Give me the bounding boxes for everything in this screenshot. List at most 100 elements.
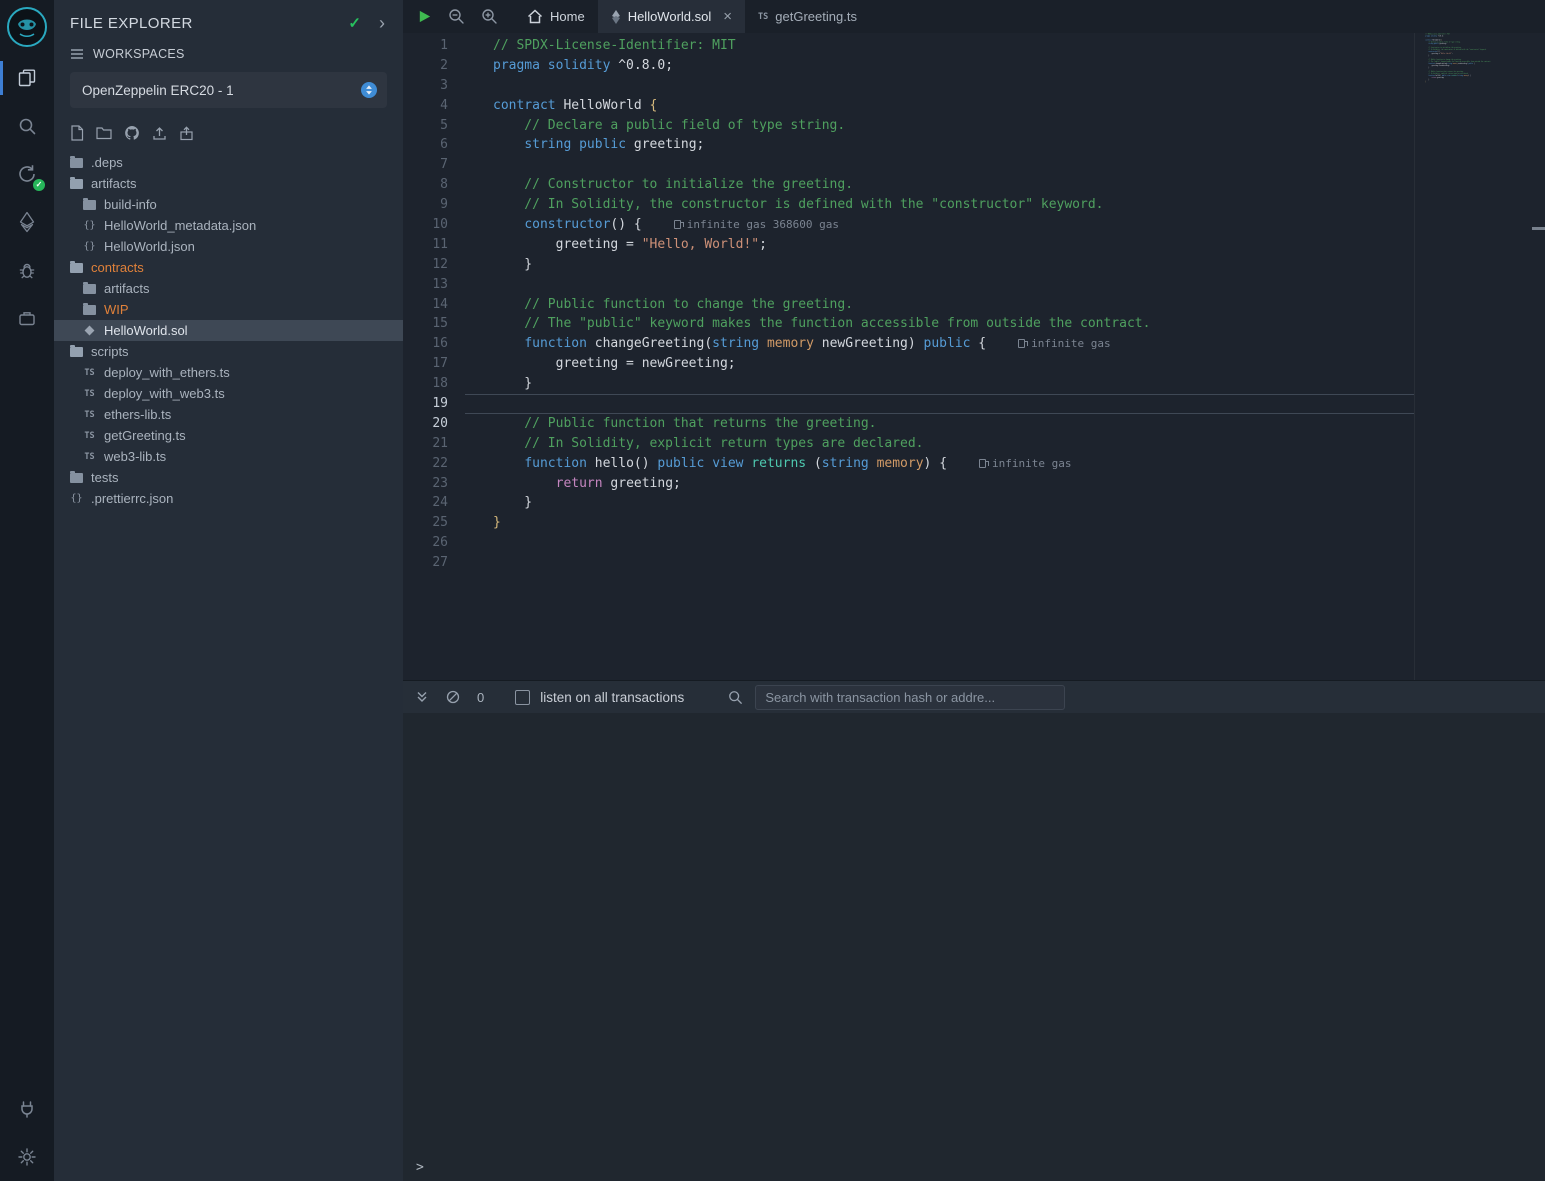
zoom-out-button[interactable] (448, 8, 465, 25)
sidebar-item-deploy-and-run[interactable] (0, 198, 54, 246)
tree-item-helloworld-metadata-json[interactable]: {}HelloWorld_metadata.json (54, 215, 403, 236)
line-number: 26 (403, 533, 465, 553)
tree-item--deps[interactable]: .deps (54, 152, 403, 173)
line-number: 27 (403, 553, 465, 573)
tree-item-helloworld-json[interactable]: {}HelloWorld.json (54, 236, 403, 257)
folder-icon (83, 284, 96, 294)
debugger-icon (17, 260, 37, 280)
tree-item-label: ethers-lib.ts (104, 407, 171, 422)
tree-item-label: getGreeting.ts (104, 428, 186, 443)
tree-item--prettierrc-json[interactable]: {}.prettierrc.json (54, 488, 403, 509)
clear-console-button[interactable] (446, 690, 460, 704)
tree-item-artifacts[interactable]: artifacts (54, 278, 403, 299)
tree-item-wip[interactable]: WIP (54, 299, 403, 320)
sidebar-item-solidity-compiler[interactable]: ✓ (0, 150, 54, 198)
tab-helloworld-sol[interactable]: HelloWorld.sol × (598, 0, 745, 33)
activity-bar-spacer (0, 342, 54, 1085)
tree-item-tests[interactable]: tests (54, 467, 403, 488)
tree-item-artifacts[interactable]: artifacts (54, 173, 403, 194)
line-number: 23 (403, 474, 465, 494)
new-folder-button[interactable] (96, 126, 112, 140)
github-icon (124, 125, 140, 141)
folder-open-icon (70, 263, 83, 273)
tab-home[interactable]: Home (514, 0, 598, 33)
sidebar-item-settings[interactable] (0, 1133, 54, 1181)
code-line-27 (465, 553, 1414, 573)
upload-file-button[interactable] (152, 126, 167, 141)
zoom-out-icon (448, 8, 465, 25)
tree-item-label: .deps (91, 155, 123, 170)
sidebar-item-plugin-manager[interactable] (0, 294, 54, 342)
code-line-23: return greeting; (465, 474, 1414, 494)
run-script-button[interactable] (417, 9, 432, 24)
tree-item-label: tests (91, 470, 118, 485)
tab-home-label: Home (550, 9, 585, 24)
line-number: 2 (403, 56, 465, 76)
clone-github-button[interactable] (124, 125, 140, 141)
new-file-button[interactable] (70, 125, 84, 141)
tree-item-getgreeting-ts[interactable]: TSgetGreeting.ts (54, 425, 403, 446)
minimap[interactable]: // SPDX-License-Identifier: MITpragma so… (1425, 33, 1505, 163)
code-line-5: // Declare a public field of type string… (465, 116, 1414, 136)
sidebar-item-debugger[interactable] (0, 246, 54, 294)
tree-item-deploy-with-web3-ts[interactable]: TSdeploy_with_web3.ts (54, 383, 403, 404)
close-tab-icon[interactable]: × (723, 11, 732, 23)
ts-file-icon: TS (83, 452, 96, 462)
home-icon (527, 9, 543, 24)
workspace-select[interactable]: OpenZeppelin ERC20 - 1 (70, 72, 387, 108)
json-file-icon: {} (83, 220, 96, 231)
code-line-4: contract HelloWorld { (465, 96, 1414, 116)
code-line-6: string public greeting; (465, 135, 1414, 155)
tree-item-label: artifacts (104, 281, 150, 296)
remix-ide-window: { "glyphs": { "check": "✓", "chevron_rig… (0, 0, 1545, 1181)
tree-item-web3-lib-ts[interactable]: TSweb3-lib.ts (54, 446, 403, 467)
sidebar-item-search[interactable] (0, 102, 54, 150)
remix-logo[interactable] (0, 0, 54, 54)
code-line-25: } (465, 513, 1414, 533)
gas-icon (979, 459, 986, 468)
zoom-in-button[interactable] (481, 8, 498, 25)
tree-item-label: contracts (91, 260, 144, 275)
editor-tabbar: Home HelloWorld.sol × TS getGreeting.ts (403, 0, 1545, 33)
code-line-10: constructor() {infinite gas 368600 gas (465, 215, 1414, 235)
code-line-20: // Public function that returns the gree… (465, 414, 1414, 434)
terminal-search-button[interactable] (728, 690, 743, 705)
overview-ruler-marker (1532, 227, 1545, 230)
code-line-8: // Constructor to initialize the greetin… (465, 175, 1414, 195)
code-line-9: // In Solidity, the constructor is defin… (465, 195, 1414, 215)
plugin-manager-icon (17, 308, 37, 328)
new-folder-icon (96, 126, 112, 140)
tree-item-helloworld-sol[interactable]: HelloWorld.sol (54, 320, 403, 341)
compile-success-badge-icon: ✓ (33, 179, 45, 191)
tree-item-ethers-lib-ts[interactable]: TSethers-lib.ts (54, 404, 403, 425)
terminal-toolbar: 0 listen on all transactions (403, 680, 1545, 713)
terminal-search-input[interactable] (755, 685, 1065, 710)
file-explorer-panel: FILE EXPLORER ✓ › WORKSPACES OpenZeppeli… (54, 0, 403, 1181)
code-editor: 1234567891011121314151617181920212223242… (403, 33, 1545, 680)
transaction-count-badge: 0 (477, 690, 484, 705)
tree-item-contracts[interactable]: contracts (54, 257, 403, 278)
collapse-terminal-button[interactable] (415, 690, 429, 704)
activity-bar: ✓ (0, 0, 54, 1181)
ban-icon (446, 690, 460, 704)
sidebar-item-file-explorer[interactable] (0, 54, 54, 102)
code-content[interactable]: // SPDX-License-Identifier: MITpragma so… (465, 33, 1414, 680)
chevron-right-icon[interactable]: › (379, 16, 385, 30)
sidebar-item-plugin[interactable] (0, 1085, 54, 1133)
tree-item-deploy-with-ethers-ts[interactable]: TSdeploy_with_ethers.ts (54, 362, 403, 383)
tree-item-scripts[interactable]: scripts (54, 341, 403, 362)
line-number-gutter: 1234567891011121314151617181920212223242… (403, 33, 465, 680)
tree-item-build-info[interactable]: build-info (54, 194, 403, 215)
tab-getgreeting-ts[interactable]: TS getGreeting.ts (745, 0, 870, 33)
terminal[interactable]: > (403, 713, 1545, 1181)
solidity-file-icon (611, 10, 621, 24)
code-line-2: pragma solidity ^0.8.0; (465, 56, 1414, 76)
tree-item-label: WIP (104, 302, 129, 317)
listen-transactions-checkbox[interactable] (515, 690, 530, 705)
workspaces-row[interactable]: WORKSPACES (54, 40, 403, 69)
line-number: 8 (403, 175, 465, 195)
line-number: 3 (403, 76, 465, 96)
folder-icon (70, 473, 83, 483)
panel-header: FILE EXPLORER ✓ › (54, 0, 403, 40)
publish-to-gist-button[interactable] (179, 126, 194, 141)
